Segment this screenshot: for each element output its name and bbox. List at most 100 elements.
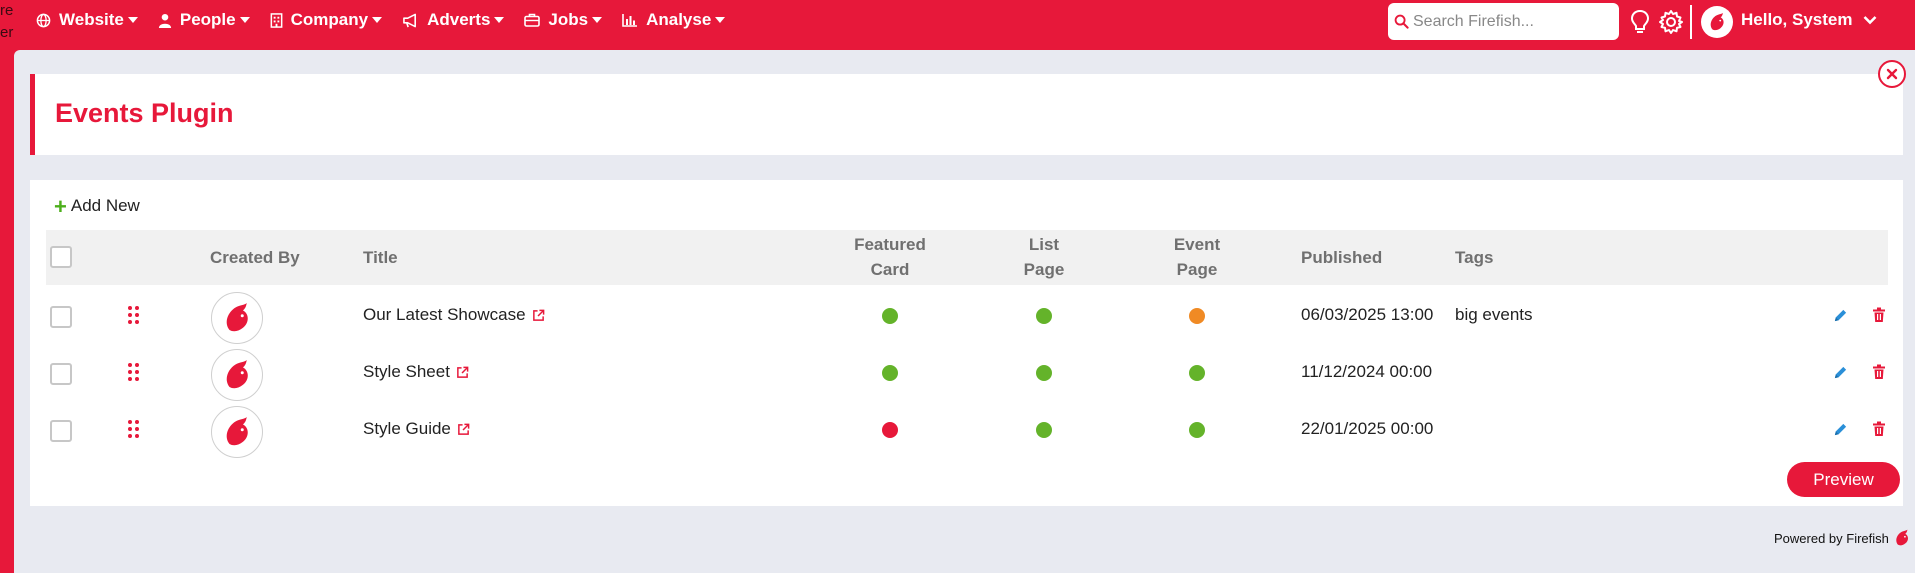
header-published: Published bbox=[1301, 248, 1383, 267]
caret-down-icon bbox=[592, 17, 603, 23]
table-row: Style Sheet 11/12/2024 00:00 bbox=[46, 344, 1888, 401]
caret-down-icon bbox=[715, 17, 726, 23]
select-all-checkbox[interactable] bbox=[50, 246, 72, 268]
user-icon bbox=[158, 13, 171, 28]
published-date: 11/12/2024 00:00 bbox=[1301, 362, 1433, 381]
row-checkbox[interactable] bbox=[50, 306, 72, 328]
event-page-status-dot bbox=[1189, 422, 1205, 438]
edit-pencil-icon[interactable] bbox=[1833, 365, 1848, 380]
featured-card-status-dot bbox=[882, 422, 898, 438]
nav-adverts-label: Adverts bbox=[427, 10, 491, 29]
event-title: Our Latest Showcase bbox=[363, 305, 545, 325]
nav-divider bbox=[1690, 5, 1692, 39]
delete-trash-icon[interactable] bbox=[1872, 307, 1886, 323]
caret-down-icon bbox=[494, 17, 505, 23]
external-link-icon[interactable] bbox=[456, 366, 469, 379]
external-link-icon[interactable] bbox=[532, 309, 545, 322]
creator-avatar bbox=[211, 292, 263, 344]
featured-card-status-dot bbox=[882, 308, 898, 324]
event-title-text: Our Latest Showcase bbox=[363, 305, 526, 324]
building-icon bbox=[270, 12, 283, 28]
clipped-edge-text: re er bbox=[0, 0, 14, 44]
event-title: Style Guide bbox=[363, 419, 470, 439]
plus-icon: + bbox=[54, 193, 67, 219]
nav-jobs[interactable]: Jobs bbox=[524, 10, 603, 30]
close-button[interactable] bbox=[1878, 60, 1906, 88]
header-featured-card-line2: Card bbox=[870, 260, 910, 279]
nav-adverts[interactable]: Adverts bbox=[402, 10, 505, 30]
powered-by-text: Powered by Firefish bbox=[1774, 530, 1889, 546]
header-title: Title bbox=[363, 248, 398, 267]
published-date: 22/01/2025 00:00 bbox=[1301, 419, 1434, 438]
header-list-page: List Page bbox=[994, 232, 1094, 282]
firefish-logo-icon bbox=[226, 417, 248, 446]
event-title-text: Style Sheet bbox=[363, 362, 450, 381]
header-list-page-line2: Page bbox=[1023, 260, 1065, 279]
greeting-text: Hello, System bbox=[1741, 10, 1853, 29]
external-link-icon[interactable] bbox=[457, 423, 470, 436]
drag-handle-icon[interactable] bbox=[128, 363, 139, 381]
megaphone-icon bbox=[403, 13, 417, 27]
featured-card-status-dot bbox=[882, 365, 898, 381]
header-created-by: Created By bbox=[210, 248, 300, 267]
globe-icon bbox=[36, 13, 51, 27]
clipped-text-line: re bbox=[0, 2, 14, 19]
event-page-status-dot bbox=[1189, 308, 1205, 324]
row-checkbox[interactable] bbox=[50, 363, 72, 385]
header-event-page: Event Page bbox=[1147, 232, 1247, 282]
delete-trash-icon[interactable] bbox=[1872, 364, 1886, 380]
firefish-logo-icon bbox=[226, 303, 248, 332]
user-menu[interactable]: Hello, System bbox=[1741, 10, 1877, 30]
row-checkbox[interactable] bbox=[50, 420, 72, 442]
search-icon bbox=[1394, 14, 1409, 29]
nav-company[interactable]: Company bbox=[270, 10, 383, 30]
top-navigation-bar: re er Website People Company Adverts Job… bbox=[0, 0, 1915, 50]
search-input[interactable] bbox=[1413, 12, 1613, 31]
lightbulb-icon[interactable] bbox=[1629, 9, 1651, 35]
edit-pencil-icon[interactable] bbox=[1833, 422, 1848, 437]
event-tags: big events bbox=[1455, 305, 1533, 324]
add-new-label: Add New bbox=[70, 196, 140, 215]
event-page-status-dot bbox=[1189, 365, 1205, 381]
nav-website-label: Website bbox=[59, 10, 124, 29]
header-featured-card: Featured Card bbox=[840, 232, 940, 282]
published-date: 06/03/2025 13:00 bbox=[1301, 305, 1434, 324]
main-menu: Website People Company Adverts Jobs Anal… bbox=[36, 0, 745, 40]
caret-down-icon bbox=[239, 17, 250, 23]
edit-pencil-icon[interactable] bbox=[1833, 308, 1848, 323]
firefish-logo-icon bbox=[226, 360, 248, 389]
header-tags: Tags bbox=[1455, 248, 1494, 267]
add-new-button[interactable]: + Add New bbox=[54, 193, 140, 219]
nav-website[interactable]: Website bbox=[36, 10, 138, 30]
bar-chart-icon bbox=[622, 14, 638, 27]
briefcase-icon bbox=[524, 13, 541, 27]
powered-by-footer: Powered by Firefish bbox=[1774, 528, 1912, 548]
gear-icon[interactable] bbox=[1658, 9, 1684, 35]
nav-people-label: People bbox=[179, 10, 236, 29]
event-title: Style Sheet bbox=[363, 362, 469, 382]
drag-handle-icon[interactable] bbox=[128, 420, 139, 438]
user-avatar[interactable] bbox=[1701, 6, 1733, 38]
preview-button[interactable]: Preview bbox=[1787, 462, 1900, 497]
caret-down-icon bbox=[372, 17, 383, 23]
firefish-logo-icon bbox=[1896, 529, 1908, 546]
nav-jobs-label: Jobs bbox=[548, 10, 589, 29]
main-panel: Events Plugin + Add New Created By Title… bbox=[14, 50, 1915, 573]
search-box[interactable] bbox=[1388, 3, 1619, 40]
delete-trash-icon[interactable] bbox=[1872, 421, 1886, 437]
table-row: Style Guide 22/01/2025 00:00 bbox=[46, 401, 1888, 458]
nav-analyse[interactable]: Analyse bbox=[622, 10, 726, 30]
creator-avatar bbox=[211, 406, 263, 458]
firefish-logo-icon bbox=[1710, 12, 1724, 31]
nav-people[interactable]: People bbox=[158, 10, 250, 30]
event-title-text: Style Guide bbox=[363, 419, 451, 438]
list-page-status-dot bbox=[1036, 308, 1052, 324]
close-icon bbox=[1886, 68, 1898, 80]
drag-handle-icon[interactable] bbox=[128, 306, 139, 324]
header-list-page-line1: List bbox=[1028, 235, 1060, 254]
list-page-status-dot bbox=[1036, 422, 1052, 438]
header-event-page-line2: Page bbox=[1176, 260, 1218, 279]
table-row: Our Latest Showcase 06/03/2025 13:00 big… bbox=[46, 287, 1888, 344]
nav-company-label: Company bbox=[290, 10, 369, 29]
caret-down-icon bbox=[127, 17, 138, 23]
